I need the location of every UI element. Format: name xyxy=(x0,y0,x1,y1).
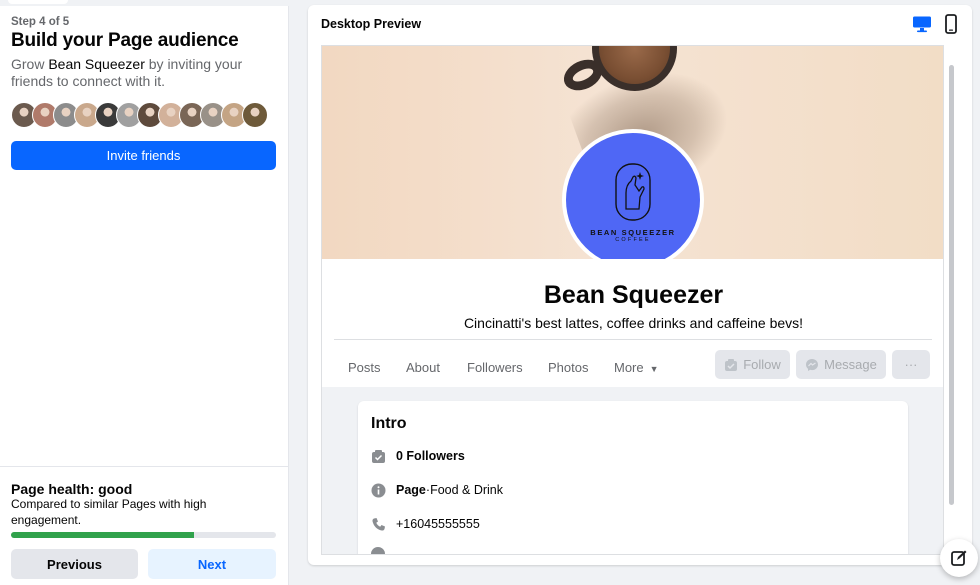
preview-title: Desktop Preview xyxy=(321,17,422,31)
divider xyxy=(334,339,932,340)
hand-logo-icon xyxy=(615,163,651,221)
panel-description: Grow Bean Squeezer by inviting your frie… xyxy=(11,56,243,89)
logo-subtext: COFFEE xyxy=(615,237,651,243)
mobile-icon[interactable] xyxy=(944,14,958,34)
panel-title: Build your Page audience xyxy=(11,30,239,51)
message-button[interactable]: Message xyxy=(796,350,886,379)
followers-row: 0 Followers xyxy=(371,447,465,465)
page-health-title: Page health: good xyxy=(11,481,133,497)
edit-icon xyxy=(951,550,967,566)
category-value: Food & Drink xyxy=(430,483,504,497)
scrollbar[interactable] xyxy=(949,65,954,505)
intro-card: Intro 0 Followers Page · Food & Drink +1… xyxy=(358,401,908,554)
logo: BEAN SQUEEZER COFFEE xyxy=(566,133,700,267)
profile-picture: BEAN SQUEEZER COFFEE xyxy=(562,129,704,271)
follow-button[interactable]: Follow xyxy=(715,350,790,379)
more-options-button[interactable]: ··· xyxy=(892,350,930,379)
panel-top-strip xyxy=(0,0,289,6)
followers-icon xyxy=(372,449,385,463)
phone-number: +16045555555 xyxy=(396,517,480,531)
edit-page-button[interactable] xyxy=(940,539,978,577)
tab-posts[interactable]: Posts xyxy=(348,360,381,375)
page-name-highlight: Bean Squeezer xyxy=(48,56,145,72)
step-indicator: Step 4 of 5 xyxy=(11,16,70,28)
phone-row: +16045555555 xyxy=(371,515,480,533)
globe-icon xyxy=(371,547,385,554)
preview-card: Desktop Preview BEAN SQUEEZER COFFEE Bea… xyxy=(308,5,972,565)
phone-icon xyxy=(372,517,385,531)
page-health-description: Compared to similar Pages with high enga… xyxy=(11,497,207,527)
info-icon xyxy=(371,483,386,497)
previous-button[interactable]: Previous xyxy=(11,549,138,579)
page-header-info: Bean Squeezer Cincinatti's best lattes, … xyxy=(322,259,943,387)
intro-title: Intro xyxy=(371,415,407,432)
follow-icon xyxy=(725,358,738,371)
followers-count: 0 Followers xyxy=(396,449,465,463)
category-label: Page xyxy=(396,483,426,497)
page-bio: Cincinatti's best lattes, coffee drinks … xyxy=(463,315,804,331)
page-preview: BEAN SQUEEZER COFFEE Bean Squeezer Cinci… xyxy=(321,45,944,555)
desktop-icon[interactable] xyxy=(912,15,932,33)
category-row: Page · Food & Drink xyxy=(371,481,503,499)
messenger-icon xyxy=(806,358,819,371)
caret-down-icon: ▼ xyxy=(649,364,659,374)
next-button[interactable]: Next xyxy=(148,549,276,579)
invite-friends-button[interactable]: Invite friends xyxy=(11,141,276,170)
tab-followers[interactable]: Followers xyxy=(467,360,523,375)
tab-photos[interactable]: Photos xyxy=(548,360,588,375)
divider xyxy=(0,466,289,467)
page-name: Bean Squeezer xyxy=(543,281,724,309)
setup-panel: Step 4 of 5 Build your Page audience Gro… xyxy=(0,0,289,585)
page-health-progress xyxy=(11,532,276,538)
tab-more[interactable]: More ▼ xyxy=(614,360,659,375)
tab-about[interactable]: About xyxy=(406,360,440,375)
friend-avatar xyxy=(242,102,268,128)
progress-fill xyxy=(11,532,194,538)
logo-text: BEAN SQUEEZER xyxy=(590,228,676,237)
